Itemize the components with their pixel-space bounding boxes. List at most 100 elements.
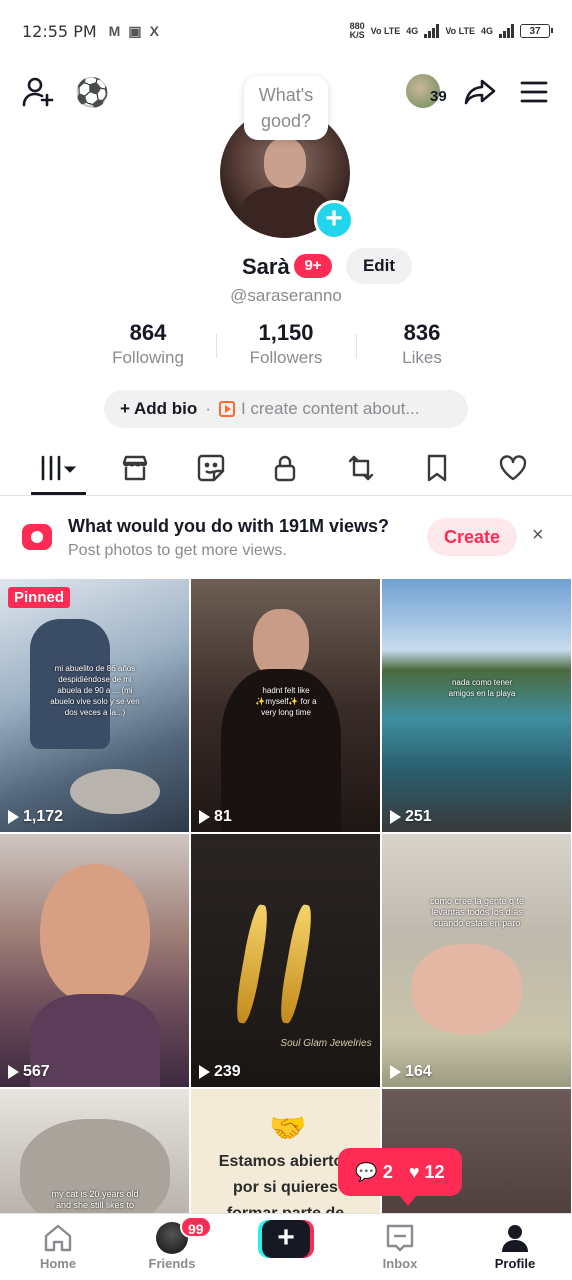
likes-count: ♥ 12	[408, 1161, 445, 1182]
video-thumbnail[interactable]: como cree la gente q te levantas todos l…	[382, 834, 571, 1087]
video-thumbnail[interactable]: Soul Glam Jewelries 239	[191, 834, 380, 1087]
share-button[interactable]	[460, 72, 500, 112]
tab-videos[interactable]	[34, 448, 84, 488]
network-speed: 880 K/S	[349, 21, 365, 40]
video-thumbnail[interactable]: 567	[0, 834, 189, 1087]
views-promo-banner: What would you do with 191M views? Post …	[0, 500, 572, 576]
plus-icon: +	[262, 1220, 310, 1258]
bottom-navigation: Home 99 Friends + Inbox Profile	[0, 1213, 572, 1280]
tab-private[interactable]	[260, 448, 310, 488]
menu-button[interactable]	[514, 72, 554, 112]
clock: 12:55 PM	[22, 21, 97, 41]
system-indicators: 880 K/S Vo LTE 4G Vo LTE 4G 37	[349, 21, 553, 40]
promo-subtitle: Post photos to get more views.	[68, 542, 287, 559]
video-caption: como cree la gente q te levantas todos l…	[429, 896, 525, 928]
comments-count: 💬 2	[355, 1161, 393, 1182]
soccer-ball-icon[interactable]: ⚽	[72, 72, 112, 112]
profile-name: Sarà	[242, 254, 290, 279]
video-thumbnail[interactable]: my cat is 20 years old and she still lik…	[0, 1089, 189, 1213]
add-bio-button[interactable]: + Add bio · I create content about...	[104, 390, 468, 428]
video-caption: hadnt felt like ✨myself✨ for a very long…	[255, 686, 317, 717]
nav-friends[interactable]: 99 Friends	[132, 1216, 212, 1271]
view-count: 81	[199, 808, 232, 826]
stat-likes[interactable]: 836 Likes	[352, 320, 492, 368]
play-icon	[199, 1065, 210, 1079]
pinned-badge: Pinned	[8, 587, 71, 608]
play-icon	[8, 1065, 19, 1079]
video-thumbnail[interactable]: nada como tener amigos en la playa 251	[382, 579, 571, 832]
profile-icon	[502, 1225, 528, 1252]
nav-home[interactable]: Home	[18, 1222, 98, 1271]
tab-saved[interactable]	[412, 448, 462, 488]
videos-grid-icon	[41, 455, 77, 481]
view-count: 251	[390, 808, 432, 826]
add-friend-button[interactable]	[18, 72, 58, 112]
bookmark-icon	[427, 454, 447, 482]
video-thumbnail[interactable]: Pinned mi abuelito de 86 años despidiénd…	[0, 579, 189, 832]
notification-icons: M ▣ X	[109, 23, 159, 40]
content-tabs	[0, 440, 572, 496]
add-user-icon	[22, 77, 54, 107]
camera-icon	[22, 524, 52, 550]
view-count: 239	[199, 1063, 241, 1081]
view-count: 567	[8, 1063, 50, 1081]
add-story-button[interactable]: +	[314, 200, 354, 240]
tab-liked[interactable]	[488, 448, 538, 488]
name-row: Sarà 9+ Edit	[0, 248, 572, 286]
activity-popup[interactable]: 💬 2 ♥ 12	[338, 1148, 462, 1206]
net-2-label: 4G	[480, 26, 493, 36]
tab-reposts[interactable]	[336, 448, 386, 488]
promo-create-button[interactable]: Create	[427, 518, 517, 556]
view-count: 164	[390, 1063, 432, 1081]
promo-title: What would you do with 191M views?	[68, 516, 390, 536]
play-icon	[8, 810, 19, 824]
net-1-label: 4G	[406, 26, 419, 36]
nav-inbox[interactable]: Inbox	[360, 1222, 440, 1271]
creator-play-icon	[218, 401, 235, 417]
video-grid: Pinned mi abuelito de 86 años despidiénd…	[0, 579, 572, 1213]
bio-placeholder: I create content about...	[240, 399, 420, 418]
stat-followers[interactable]: 1,150 Followers	[216, 320, 356, 368]
play-icon	[390, 810, 401, 824]
profile-handle: @saraseranno	[230, 286, 342, 305]
notification-badge[interactable]: 9+	[294, 254, 332, 278]
tab-shop[interactable]	[110, 448, 160, 488]
home-icon	[44, 1224, 72, 1252]
edit-profile-button[interactable]: Edit	[346, 248, 412, 284]
create-post-button[interactable]: +	[258, 1220, 314, 1258]
inbox-icon	[386, 1224, 414, 1252]
carrier-1-label: Vo LTE	[370, 25, 401, 36]
status-prompt-bubble[interactable]: What's good?	[244, 76, 328, 140]
carrier-2-label: Vo LTE	[445, 25, 475, 36]
signal-2-icon	[499, 24, 514, 38]
status-bar: 12:55 PM M ▣ X 880 K/S Vo LTE 4G Vo LTE …	[0, 0, 572, 62]
gmail-icon: M	[108, 22, 121, 39]
view-count: 1,172	[8, 808, 63, 826]
tab-stickers[interactable]	[186, 448, 236, 488]
add-bio-label: + Add bio	[120, 399, 198, 418]
shop-icon	[122, 455, 148, 481]
share-icon	[464, 79, 496, 105]
heart-icon	[499, 455, 527, 481]
watermark-text: Soul Glam Jewelries	[280, 1038, 372, 1049]
battery-icon: 37	[520, 24, 553, 38]
nav-profile[interactable]: Profile	[475, 1222, 555, 1271]
video-thumbnail[interactable]: hadnt felt like ✨myself✨ for a very long…	[191, 579, 380, 832]
profile-visitor-count: 39	[430, 88, 447, 105]
video-caption: nada como tener amigos en la playa	[448, 678, 516, 698]
close-icon[interactable]: ×	[532, 524, 544, 547]
active-tab-indicator	[31, 492, 86, 495]
lock-icon	[274, 455, 296, 482]
video-caption: mi abuelito de 86 años despidiéndose de …	[50, 664, 140, 717]
signal-1-icon	[424, 24, 440, 38]
sticker-icon	[197, 454, 225, 482]
friends-badge: 99	[180, 1216, 212, 1238]
play-icon	[390, 1065, 401, 1079]
x-app-icon: X	[149, 22, 159, 39]
play-icon	[199, 810, 210, 824]
handshake-icon: 🤝	[269, 1112, 307, 1145]
repost-icon	[348, 455, 374, 481]
profile-stats: 864 Following 1,150 Followers 836 Likes	[0, 320, 572, 376]
stat-following[interactable]: 864 Following	[78, 320, 218, 368]
hamburger-menu-icon	[520, 81, 548, 103]
